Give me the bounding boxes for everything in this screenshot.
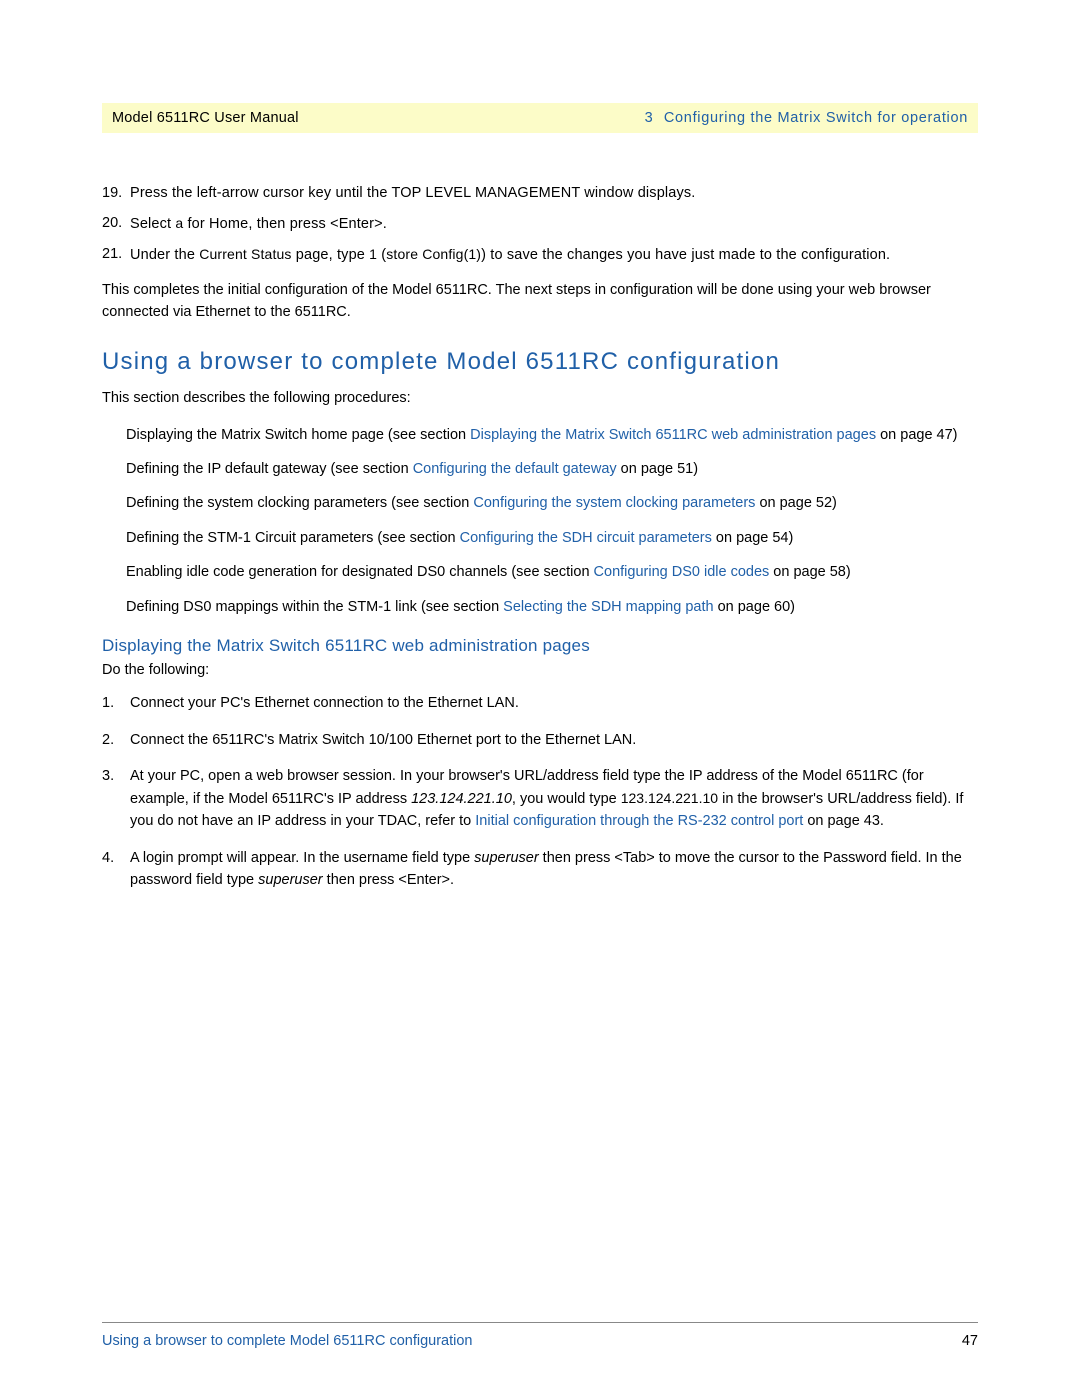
completion-paragraph: This completes the initial configuration… bbox=[102, 280, 978, 324]
step-text: Press the left-arrow cursor key until th… bbox=[130, 183, 978, 205]
step-number: 2. bbox=[102, 729, 130, 751]
cross-ref-link[interactable]: Configuring DS0 idle codes bbox=[594, 564, 770, 580]
step-text: Connect your PC's Ethernet connection to… bbox=[130, 692, 978, 714]
subsection-intro: Do the following: bbox=[102, 662, 978, 678]
cross-ref-link[interactable]: Displaying the Matrix Switch 6511RC web … bbox=[470, 427, 876, 443]
list-item: 19. Press the left-arrow cursor key unti… bbox=[102, 183, 978, 205]
list-item: 21. Under the Current Status page, type … bbox=[102, 244, 978, 267]
manual-title: Model 6511RC User Manual bbox=[112, 110, 299, 126]
step-number: 3. bbox=[102, 765, 130, 832]
step-number: 1. bbox=[102, 692, 130, 714]
step-number: 4. bbox=[102, 847, 130, 892]
list-item: Defining the IP default gateway (see sec… bbox=[126, 458, 978, 480]
list-item: Defining DS0 mappings within the STM-1 l… bbox=[126, 596, 978, 618]
list-item: Defining the system clocking parameters … bbox=[126, 492, 978, 514]
list-item: Defining the STM-1 Circuit parameters (s… bbox=[126, 527, 978, 549]
cross-ref-link[interactable]: Configuring the default gateway bbox=[413, 461, 617, 477]
step-number: 19. bbox=[102, 183, 130, 205]
numbered-steps-list: 1. Connect your PC's Ethernet connection… bbox=[102, 692, 978, 891]
procedure-list: Displaying the Matrix Switch home page (… bbox=[126, 424, 978, 619]
page-header: Model 6511RC User Manual 3 Configuring t… bbox=[102, 103, 978, 133]
subsection-heading: Displaying the Matrix Switch 6511RC web … bbox=[102, 636, 978, 656]
section-heading: Using a browser to complete Model 6511RC… bbox=[102, 348, 978, 376]
step-number: 20. bbox=[102, 213, 130, 236]
list-item: 2. Connect the 6511RC's Matrix Switch 10… bbox=[102, 729, 978, 751]
page-number: 47 bbox=[962, 1333, 978, 1349]
step-text: Select a for Home, then press <Enter>. bbox=[130, 213, 978, 236]
cross-ref-link[interactable]: Initial configuration through the RS-232… bbox=[475, 813, 803, 829]
chapter-title: 3 Configuring the Matrix Switch for oper… bbox=[645, 109, 968, 127]
list-item: 1. Connect your PC's Ethernet connection… bbox=[102, 692, 978, 714]
page-footer: Using a browser to complete Model 6511RC… bbox=[102, 1322, 978, 1349]
footer-section-title: Using a browser to complete Model 6511RC… bbox=[102, 1333, 472, 1349]
list-item: 3. At your PC, open a web browser sessio… bbox=[102, 765, 978, 832]
list-item: 4. A login prompt will appear. In the us… bbox=[102, 847, 978, 892]
step-text: Connect the 6511RC's Matrix Switch 10/10… bbox=[130, 729, 978, 751]
cross-ref-link[interactable]: Selecting the SDH mapping path bbox=[503, 599, 713, 615]
list-item: 20. Select a for Home, then press <Enter… bbox=[102, 213, 978, 236]
resume-steps-list: 19. Press the left-arrow cursor key unti… bbox=[102, 183, 978, 266]
step-text: At your PC, open a web browser session. … bbox=[130, 765, 978, 832]
step-text: A login prompt will appear. In the usern… bbox=[130, 847, 978, 892]
step-number: 21. bbox=[102, 244, 130, 267]
cross-ref-link[interactable]: Configuring the SDH circuit parameters bbox=[460, 530, 712, 546]
list-item: Enabling idle code generation for design… bbox=[126, 561, 978, 583]
chapter-number: 3 bbox=[645, 110, 654, 126]
step-text: Under the Current Status page, type 1 (s… bbox=[130, 244, 978, 267]
chapter-text: Configuring the Matrix Switch for operat… bbox=[664, 110, 968, 126]
cross-ref-link[interactable]: Configuring the system clocking paramete… bbox=[473, 495, 755, 511]
list-item: Displaying the Matrix Switch home page (… bbox=[126, 424, 978, 446]
section-intro: This section describes the following pro… bbox=[102, 388, 978, 410]
